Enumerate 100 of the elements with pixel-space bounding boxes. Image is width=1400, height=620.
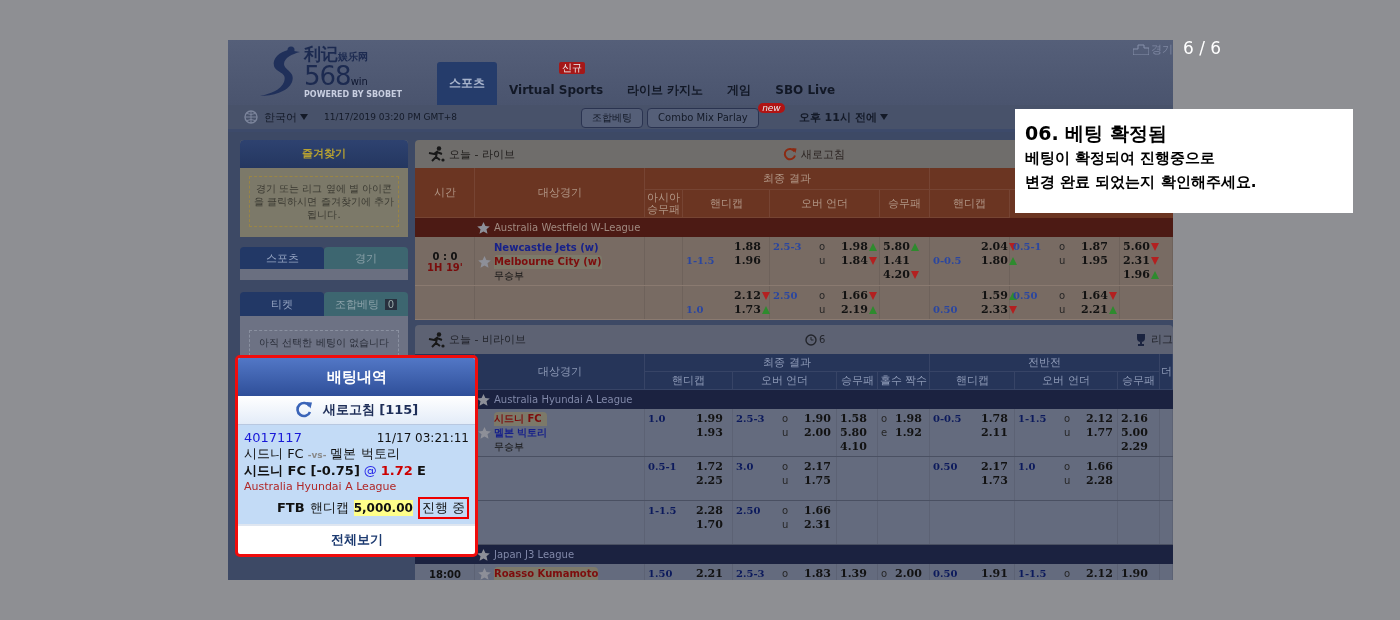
odds-value[interactable]: 1.90 xyxy=(804,412,831,426)
odds-value[interactable]: 2.12 xyxy=(1086,567,1113,580)
caret-icon xyxy=(300,114,308,120)
column-header: 오버 언더 xyxy=(760,374,809,387)
odds-value[interactable]: 2.16 xyxy=(1121,412,1148,426)
league-link[interactable]: 리그 xyxy=(1151,332,1173,347)
panel-tab[interactable]: 경기 xyxy=(324,247,408,269)
star-icon[interactable] xyxy=(477,548,490,561)
nav-tab[interactable]: Virtual Sports xyxy=(497,77,616,105)
odds-value[interactable]: 1.58 xyxy=(840,412,867,426)
odds-value[interactable]: 1.88 xyxy=(734,240,761,254)
odds-value[interactable]: 5.60 xyxy=(1123,240,1150,254)
star-icon[interactable] xyxy=(478,427,491,439)
odds-value[interactable]: 2.00 xyxy=(895,567,922,580)
column-header: 핸디캡 xyxy=(709,197,743,210)
odds-value[interactable]: 2.21 xyxy=(1081,303,1108,317)
odds-value[interactable]: 2.12 xyxy=(1086,412,1113,426)
odds-value[interactable]: 1.92 xyxy=(895,426,922,440)
odds-value[interactable]: 1.75 xyxy=(804,474,831,488)
league-header[interactable]: Australia Westfield W-League xyxy=(415,218,1173,237)
odds-value[interactable]: 2.17 xyxy=(981,460,1008,474)
odds-value[interactable]: 1.80 xyxy=(981,254,1008,268)
odds-value[interactable]: 2.28 xyxy=(1086,474,1113,488)
odds-value[interactable]: 1.73 xyxy=(734,303,761,317)
team-name[interactable]: Newcastle Jets (w) xyxy=(494,240,602,255)
star-icon[interactable] xyxy=(478,568,491,580)
nav-tab[interactable]: 라이브 카지노 xyxy=(615,77,716,105)
panel-header: 배팅내역 xyxy=(238,358,475,396)
odds-value[interactable]: 1.84 xyxy=(841,254,868,268)
odds-value[interactable]: 5.00 xyxy=(1121,426,1148,440)
odds-value[interactable]: 1.77 xyxy=(1086,426,1113,440)
league-header[interactable]: Japan J3 League xyxy=(415,545,1173,564)
refresh-icon[interactable] xyxy=(294,401,313,419)
odds-value[interactable]: 2.29 xyxy=(1121,440,1148,454)
panel-tab[interactable]: 스포츠 xyxy=(240,247,324,269)
odds-value[interactable]: 1.66 xyxy=(804,504,831,518)
odds-value[interactable]: 2.00 xyxy=(804,426,831,440)
time-filter-dropdown[interactable]: 오후 11시 전에 xyxy=(798,109,888,125)
team-name[interactable]: 시드니 FC xyxy=(494,412,548,426)
odds-value[interactable]: 2.11 xyxy=(981,426,1008,440)
nav-tab[interactable]: SBO Live xyxy=(763,77,848,105)
team-name[interactable]: 멜본 빅토리 xyxy=(494,426,548,440)
odds-value[interactable]: 1.98 xyxy=(895,412,922,426)
odds-value[interactable]: 1.99 xyxy=(696,412,723,426)
star-icon[interactable] xyxy=(477,221,490,234)
handicap-line: 0.50 xyxy=(933,568,958,579)
odds-value[interactable]: 2.33 xyxy=(981,303,1008,317)
handicap-line: 0.50 xyxy=(933,461,958,472)
section-title: 오늘 - 비라이브 xyxy=(449,332,527,347)
team-name[interactable]: Roasso Kumamoto xyxy=(494,567,599,580)
toolbar-button[interactable]: 조합베팅 xyxy=(581,108,644,128)
odds-value[interactable]: 1.72 xyxy=(696,460,723,474)
odds-value[interactable]: 2.28 xyxy=(696,504,723,518)
column-header: 승무패 xyxy=(888,197,921,210)
odds-value[interactable]: 1.87 xyxy=(1081,240,1108,254)
odds-value[interactable]: 2.19 xyxy=(841,303,868,317)
panel-tab[interactable]: 조합베팅 0 xyxy=(324,292,408,316)
odds-value[interactable]: 1.66 xyxy=(1086,460,1113,474)
tab-label: 조합베팅 xyxy=(334,296,379,312)
toolbar-button[interactable]: Combo Mix Parlay xyxy=(647,107,759,128)
odds-value[interactable]: 1.91 xyxy=(981,567,1008,580)
nav-tab[interactable]: 게임 xyxy=(715,77,764,105)
odds-value[interactable]: 1.73 xyxy=(981,474,1008,488)
odds-value[interactable]: 1.98 xyxy=(841,240,868,254)
odds-value[interactable]: 1.78 xyxy=(981,412,1008,426)
refresh-link[interactable]: 새로고침 xyxy=(801,146,845,162)
market-code: FTB xyxy=(276,500,305,516)
odds-value[interactable]: 1.66 xyxy=(841,289,868,303)
star-icon[interactable] xyxy=(478,255,491,268)
odds-value[interactable]: 2.17 xyxy=(804,460,831,474)
odds-value[interactable]: 2.12 xyxy=(734,289,761,303)
outcome-label: u xyxy=(1059,303,1067,317)
odds-value[interactable]: 1.90 xyxy=(1121,567,1148,580)
odds-value[interactable]: 5.80 xyxy=(840,426,867,440)
odds-value[interactable]: 5.80 xyxy=(883,240,910,254)
odds-value[interactable]: 2.31 xyxy=(804,518,831,532)
odds-value[interactable]: 4.20 xyxy=(883,268,910,282)
odds-value[interactable]: 2.04 xyxy=(981,240,1008,254)
odds-value[interactable]: 2.21 xyxy=(696,567,723,580)
bet-id[interactable]: 4017117 xyxy=(244,430,302,446)
language-dropdown[interactable]: 한국어 xyxy=(264,109,308,125)
nav-tab[interactable]: 스포츠 xyxy=(437,62,497,105)
outcome-label: u xyxy=(819,303,827,317)
odds-value[interactable]: 1.64 xyxy=(1081,289,1108,303)
team-name[interactable]: Melbourne City (w) xyxy=(494,254,602,269)
odds-value[interactable]: 1.70 xyxy=(696,518,723,532)
view-all-link[interactable]: 전체보기 xyxy=(330,531,383,549)
odds-value[interactable]: 1.59 xyxy=(981,289,1008,303)
odds-value[interactable]: 1.95 xyxy=(1081,254,1108,268)
odds-value[interactable]: 1.39 xyxy=(840,567,867,580)
odds-value[interactable]: 1.96 xyxy=(1123,268,1150,282)
panel-tab[interactable]: 티켓 xyxy=(240,292,324,316)
star-icon[interactable] xyxy=(477,393,490,406)
odds-value[interactable]: 1.83 xyxy=(804,567,831,580)
odds-value[interactable]: 2.31 xyxy=(1123,254,1150,268)
odds-value[interactable]: 2.25 xyxy=(696,474,723,488)
odds-value[interactable]: 1.41 xyxy=(883,254,910,268)
odds-value[interactable]: 4.10 xyxy=(840,440,867,454)
odds-value[interactable]: 1.93 xyxy=(696,426,723,440)
odds-value[interactable]: 1.96 xyxy=(734,254,761,268)
